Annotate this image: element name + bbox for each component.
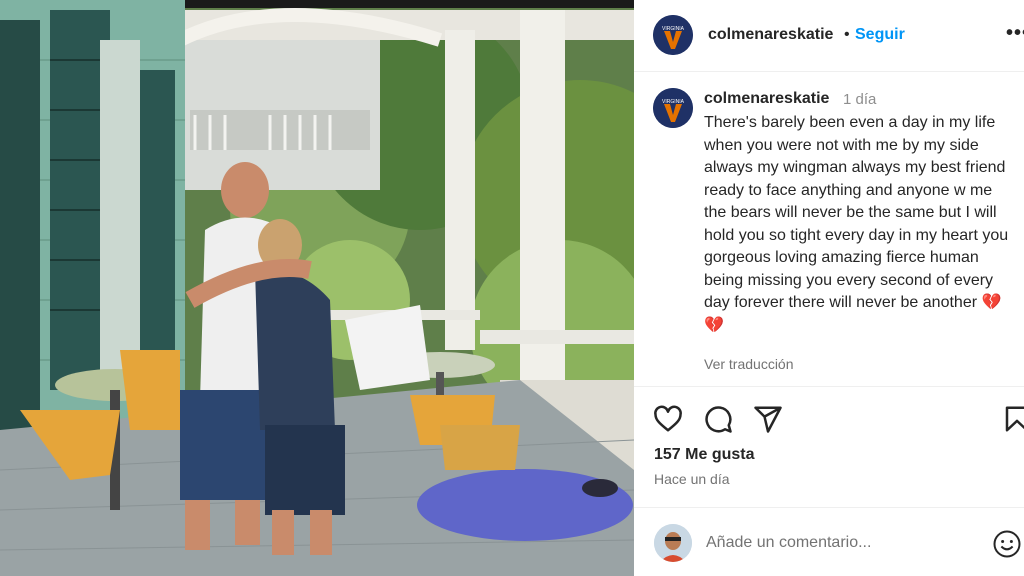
smile-icon[interactable] [992, 529, 1022, 559]
posted-time[interactable]: Hace un día [654, 471, 730, 487]
broken-heart-emoji-2: 💔 [704, 316, 724, 334]
author-username[interactable]: colmenareskatie [708, 26, 833, 44]
separator-dot: • [844, 26, 850, 43]
follow-button[interactable]: Seguir [855, 26, 905, 44]
post-photo[interactable] [0, 0, 634, 576]
share-icon[interactable] [753, 404, 783, 434]
comment-input[interactable] [706, 530, 976, 556]
caption-body: There's barely been even a day in my lif… [704, 114, 1009, 311]
post-panel: VIRGINIA colmenareskatie • Seguir ••• VI… [634, 0, 1024, 576]
comment-icon[interactable] [703, 404, 733, 434]
bookmark-icon[interactable] [1002, 404, 1024, 434]
post-header: VIRGINIA colmenareskatie • Seguir ••• [634, 0, 1024, 72]
viewer-avatar[interactable] [654, 524, 692, 562]
author-avatar[interactable]: VIRGINIA [653, 15, 693, 55]
caption-block: VIRGINIA colmenareskatie 1 día There's b… [634, 73, 1024, 385]
caption-text: There's barely been even a day in my lif… [704, 112, 1014, 337]
heart-outline-icon[interactable] [653, 404, 683, 434]
likes-count[interactable]: 157 Me gusta [654, 446, 754, 464]
actions-bar: 157 Me gusta Hace un día [634, 386, 1024, 496]
translate-link[interactable]: Ver traducción [704, 356, 794, 372]
caption-avatar[interactable]: VIRGINIA [653, 88, 693, 128]
more-options-button[interactable]: ••• [1006, 22, 1024, 45]
comment-box [634, 507, 1024, 576]
caption-username[interactable]: colmenareskatie [704, 90, 829, 108]
caption-time[interactable]: 1 día [843, 91, 876, 108]
broken-heart-emoji: 💔 [981, 294, 1002, 311]
